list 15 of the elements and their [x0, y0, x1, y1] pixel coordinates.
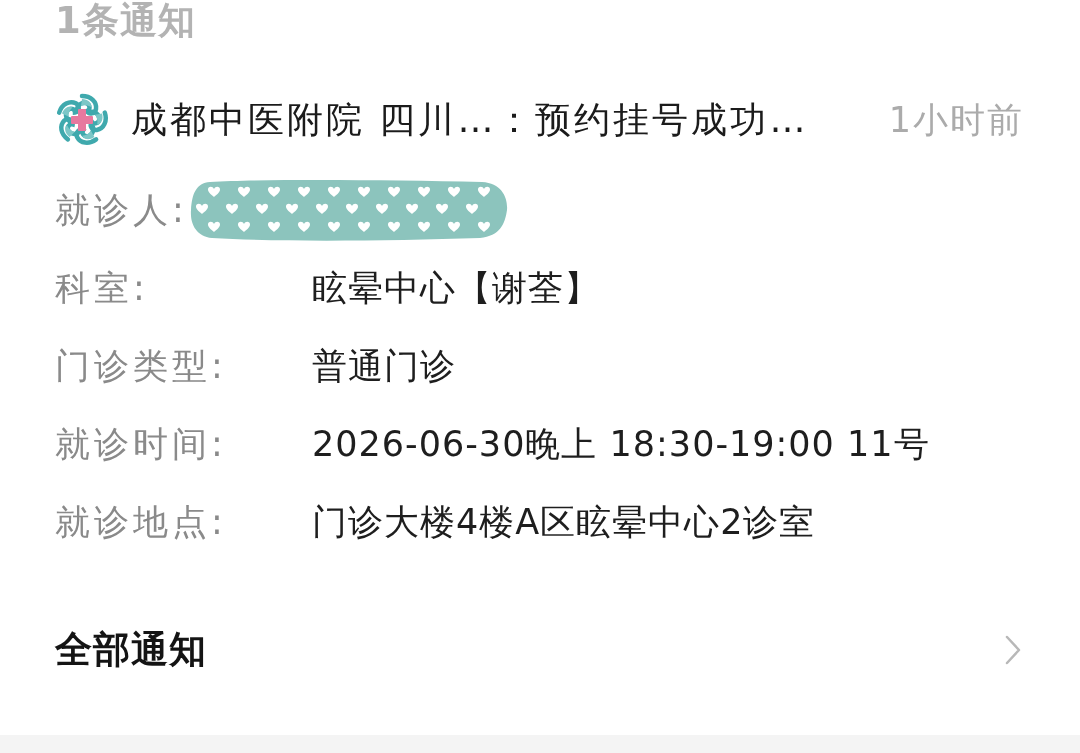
notification-title: 成都中医附院 四川…：预约挂号成功… — [131, 97, 809, 142]
detail-label: 就诊时间: — [55, 422, 228, 466]
detail-label: 科室: — [55, 266, 150, 310]
hospital-logo-icon — [55, 93, 109, 147]
chevron-right-icon — [1005, 635, 1021, 665]
notification-time: 1小时前 — [888, 98, 1024, 142]
detail-value: 2026-06-30晚上 18:30-19:00 11号 — [312, 422, 930, 466]
notification-count: 1条通知 — [55, 0, 196, 42]
detail-value: 门诊大楼4楼A区眩晕中心2诊室 — [312, 500, 816, 544]
detail-label: 就诊地点: — [55, 500, 228, 544]
detail-label: 就诊人: — [55, 188, 188, 232]
detail-value: 普通门诊 — [312, 344, 456, 388]
all-notifications-link[interactable]: 全部通知 — [55, 620, 1024, 680]
detail-value: 眩晕中心【谢荃】 — [312, 266, 600, 310]
detail-label: 门诊类型: — [55, 344, 228, 388]
